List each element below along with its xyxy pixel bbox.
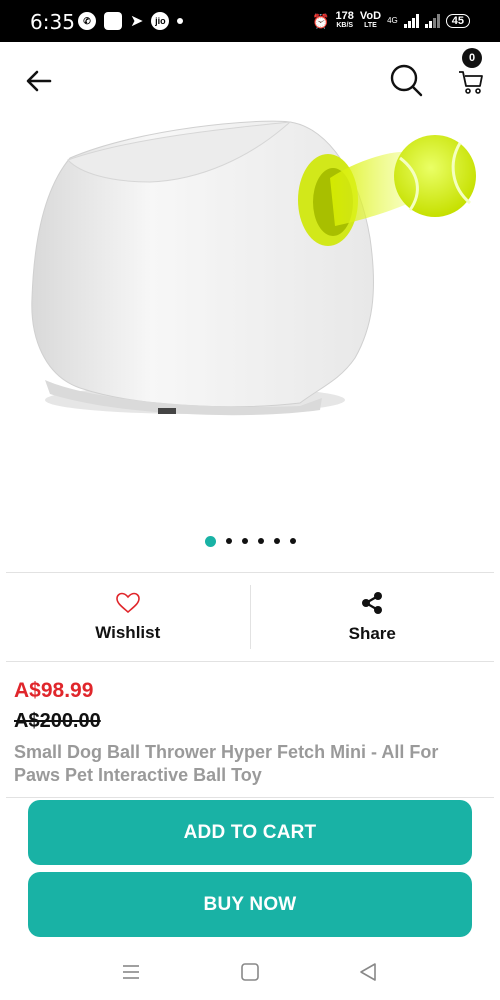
original-price: A$200.00 (14, 710, 101, 732)
current-price: A$98.99 (14, 679, 94, 702)
product-image[interactable] (0, 118, 500, 528)
home-icon[interactable] (240, 962, 260, 982)
nav-back-icon[interactable] (357, 961, 379, 983)
network-type: 4G (387, 16, 398, 25)
carousel-dot[interactable] (241, 538, 248, 544)
wishlist-label: Wishlist (95, 623, 161, 642)
carousel-dot[interactable] (225, 538, 232, 544)
cart-count-badge: 0 (462, 48, 482, 68)
speed-unit: KB/S (336, 22, 354, 29)
system-icons: ⏰ 178 KB/S VoD LTE 4G 45 (312, 11, 470, 31)
search-icon[interactable] (388, 62, 424, 98)
telegram-icon: ➤ (130, 13, 144, 30)
signal-2-icon (424, 14, 440, 28)
whatsapp-icon: ✆ (78, 12, 96, 30)
carousel-dot[interactable] (204, 535, 216, 547)
share-label: Share (348, 624, 396, 643)
carousel-dot[interactable] (273, 538, 280, 544)
wishlist-button[interactable]: Wishlist (6, 573, 250, 661)
carousel-dot[interactable] (289, 538, 296, 544)
divider (6, 797, 494, 798)
carousel-dot[interactable] (257, 538, 264, 544)
notification-icons: ✆ ➤ jio (78, 11, 184, 31)
back-arrow-icon[interactable] (22, 64, 56, 98)
share-icon (362, 592, 383, 614)
alarm-icon: ⏰ (312, 13, 330, 29)
cart-icon[interactable] (456, 66, 486, 96)
carousel-indicator (0, 534, 500, 548)
recent-apps-icon[interactable] (121, 962, 141, 982)
speed-value: 178 (335, 10, 354, 22)
volte-icon: VoD LTE (359, 10, 382, 30)
signal-icon (403, 14, 419, 28)
heart-icon (115, 592, 140, 614)
share-button[interactable]: Share (251, 573, 495, 661)
buy-now-button[interactable]: BUY NOW (28, 872, 472, 937)
battery-icon: 45 (445, 14, 470, 28)
product-title: Small Dog Ball Thrower Hyper Fetch Mini … (14, 742, 439, 785)
status-time: 6:35 (30, 10, 75, 34)
add-to-cart-button[interactable]: ADD TO CART (28, 800, 472, 865)
system-nav-bar (0, 948, 500, 1000)
action-row: Wishlist Share (6, 572, 494, 662)
more-notifications-icon (177, 18, 184, 24)
status-bar: 6:35 ✆ ➤ jio ⏰ 178 KB/S VoD LTE 4G 45 (0, 0, 500, 42)
app-bar: 0 (0, 42, 500, 118)
network-speed: 178 KB/S (336, 11, 354, 31)
app-notification-icon (104, 12, 122, 30)
jio-icon: jio (151, 12, 170, 30)
